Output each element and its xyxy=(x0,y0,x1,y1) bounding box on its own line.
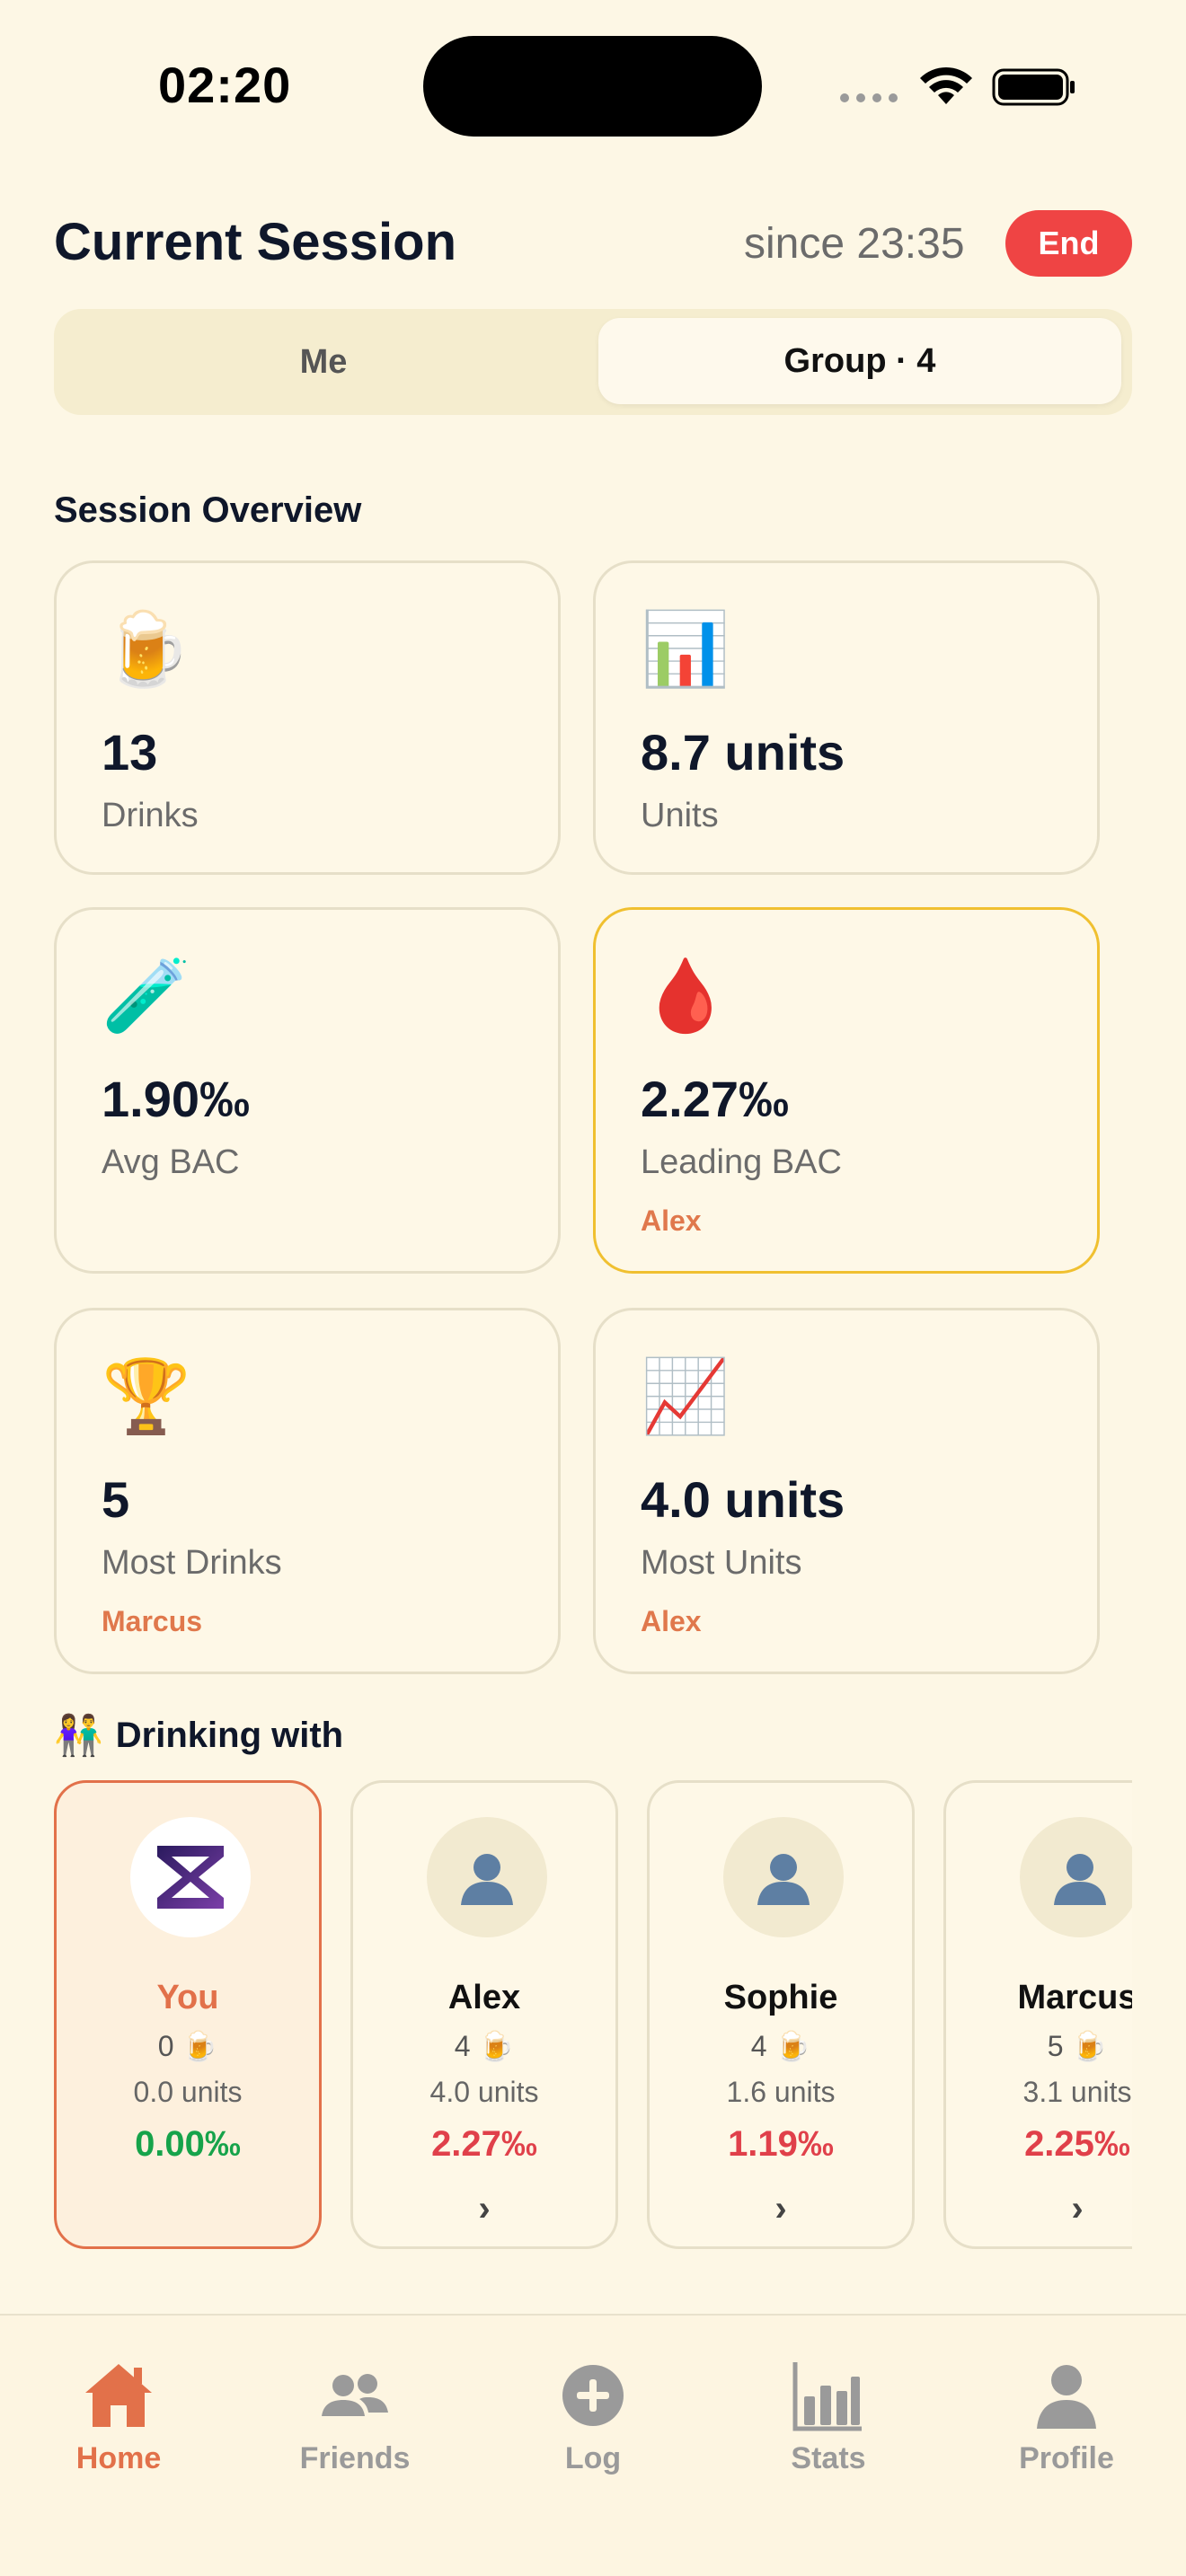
avatar xyxy=(723,1817,844,1937)
participant-units: 4.0 units xyxy=(429,2076,539,2108)
participant-units: 1.6 units xyxy=(726,2076,836,2108)
participant-drinks: 4 🍺 xyxy=(750,2029,811,2063)
stat-label: Avg BAC xyxy=(102,1143,240,1181)
participant-units: 0.0 units xyxy=(133,2076,243,2108)
participant-bac: 2.27‰ xyxy=(431,2124,537,2164)
friends-carousel[interactable]: You 0 🍺 0.0 units 0.00‰ Alex 4 🍺 4.0 uni… xyxy=(54,1780,1132,2249)
tab-log[interactable]: Log xyxy=(503,2359,683,2476)
chevron-right-icon[interactable]: › xyxy=(650,2189,912,2229)
stat-card-most-units[interactable]: 📈 4.0 units Most Units Alex xyxy=(593,1308,1100,1674)
person-silhouette-icon xyxy=(757,1854,810,1905)
participant-name: You xyxy=(156,1979,219,2016)
plus-circle-icon xyxy=(562,2365,624,2426)
drinking-with-label: Drinking with xyxy=(115,1715,344,1755)
battery-icon xyxy=(992,68,1075,106)
stat-value: 4.0 units xyxy=(641,1471,845,1528)
participant-units: 3.1 units xyxy=(1022,2076,1132,2108)
participant-card-sophie[interactable]: Sophie 4 🍺 1.6 units 1.19‰ › xyxy=(647,1780,915,2249)
stat-leader-name: Marcus xyxy=(102,1605,203,1637)
stat-label: Most Units xyxy=(641,1544,802,1582)
session-overview-title: Session Overview xyxy=(54,490,362,530)
stat-leader-name: Alex xyxy=(641,1605,702,1637)
segment-group[interactable]: Group · 4 xyxy=(598,318,1121,404)
stat-value: 13 xyxy=(102,724,158,781)
stat-label: Leading BAC xyxy=(641,1143,842,1181)
avatar xyxy=(427,1817,547,1937)
beer-mug-icon: 🍺 xyxy=(102,607,191,691)
stat-card-units: 📊 8.7 units Units xyxy=(593,560,1100,875)
tab-friends[interactable]: Friends xyxy=(265,2359,445,2476)
wifi-icon xyxy=(920,66,972,104)
participant-name: Marcus xyxy=(1017,1979,1132,2016)
stat-card-leading-bac[interactable]: 🩸 2.27‰ Leading BAC Alex xyxy=(593,907,1100,1274)
tab-home[interactable]: Home xyxy=(29,2359,208,2476)
tab-label: Stats xyxy=(791,2441,866,2475)
tab-label: Home xyxy=(75,2441,162,2475)
tab-stats[interactable]: Stats xyxy=(739,2359,918,2476)
tab-label: Friends xyxy=(299,2441,411,2475)
person-icon xyxy=(1037,2365,1096,2429)
participant-drinks: 0 🍺 xyxy=(157,2029,218,2063)
participant-card-you[interactable]: You 0 🍺 0.0 units 0.00‰ xyxy=(54,1780,322,2249)
person-silhouette-icon xyxy=(461,1854,513,1905)
people-icon: 👫 xyxy=(54,1713,103,1759)
end-session-button[interactable]: End xyxy=(1005,210,1132,277)
session-since: since 23:35 xyxy=(744,220,965,268)
stat-value: 5 xyxy=(102,1471,130,1528)
participant-bac: 0.00‰ xyxy=(135,2124,241,2164)
stat-label: Drinks xyxy=(102,797,199,834)
stat-value: 8.7 units xyxy=(641,724,845,781)
stat-card-most-drinks[interactable]: 🏆 5 Most Drinks Marcus xyxy=(54,1308,561,1674)
dynamic-island xyxy=(423,36,762,137)
stat-label: Units xyxy=(641,797,719,834)
avatar xyxy=(130,1817,251,1937)
blood-drop-icon: 🩸 xyxy=(641,954,730,1037)
chart-increasing-icon: 📈 xyxy=(641,1354,730,1438)
tab-bar: Home Friends Log Stats Profile xyxy=(0,2314,1186,2576)
test-tube-icon: 🧪 xyxy=(102,954,191,1037)
participant-name: Sophie xyxy=(723,1979,838,2016)
bar-chart-icon xyxy=(792,2362,862,2431)
status-time: 02:20 xyxy=(158,57,292,113)
friends-icon xyxy=(322,2374,388,2416)
bar-chart-icon: 📊 xyxy=(641,607,730,691)
page-title: Current Session xyxy=(54,213,456,271)
participant-bac: 1.19‰ xyxy=(728,2124,834,2164)
tab-label: Log xyxy=(564,2441,622,2475)
beer-mug-icon: 🍺 xyxy=(1071,2029,1108,2063)
beer-mug-icon: 🍺 xyxy=(181,2029,218,2063)
beer-mug-icon: 🍺 xyxy=(774,2029,811,2063)
tab-label: Profile xyxy=(1019,2441,1114,2475)
drinking-with-title: 👫 Drinking with xyxy=(54,1712,343,1759)
participant-name: Alex xyxy=(447,1979,521,2016)
trophy-icon: 🏆 xyxy=(102,1354,191,1438)
stat-card-drinks: 🍺 13 Drinks xyxy=(54,560,561,875)
segment-me[interactable]: Me xyxy=(54,309,593,415)
stat-card-avg-bac: 🧪 1.90‰ Avg BAC xyxy=(54,907,561,1274)
signal-icon xyxy=(840,93,898,102)
app-logo-icon xyxy=(157,1846,224,1909)
avatar xyxy=(1020,1817,1132,1937)
chevron-right-icon[interactable]: › xyxy=(946,2189,1132,2229)
home-icon xyxy=(85,2364,152,2427)
chevron-right-icon[interactable]: › xyxy=(353,2189,615,2229)
view-segmented-control: Me Group · 4 xyxy=(54,309,1132,415)
stat-leader-name: Alex xyxy=(641,1204,702,1237)
participant-drinks: 4 🍺 xyxy=(454,2029,515,2063)
beer-mug-icon: 🍺 xyxy=(478,2029,515,2063)
participant-bac: 2.25‰ xyxy=(1024,2124,1130,2164)
person-silhouette-icon xyxy=(1054,1854,1106,1905)
stat-label: Most Drinks xyxy=(102,1544,282,1582)
stat-value: 2.27‰ xyxy=(641,1071,789,1127)
participant-drinks: 5 🍺 xyxy=(1047,2029,1108,2063)
stat-value: 1.90‰ xyxy=(102,1071,250,1127)
participant-card-alex[interactable]: Alex 4 🍺 4.0 units 2.27‰ › xyxy=(350,1780,618,2249)
participant-card-marcus[interactable]: Marcus 5 🍺 3.1 units 2.25‰ › xyxy=(943,1780,1132,2249)
tab-profile[interactable]: Profile xyxy=(977,2359,1156,2476)
